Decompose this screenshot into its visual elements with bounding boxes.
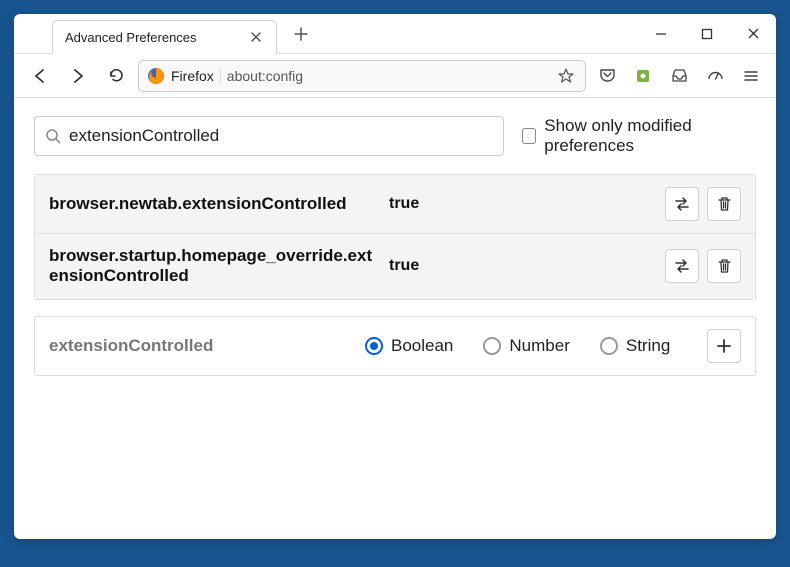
preference-value: true — [389, 257, 655, 275]
search-icon — [45, 128, 61, 144]
browser-tab[interactable]: Advanced Preferences — [52, 20, 277, 54]
add-preference-name: extensionControlled — [49, 336, 349, 356]
close-tab-icon[interactable] — [248, 29, 264, 45]
forward-button[interactable] — [62, 60, 94, 92]
search-box[interactable] — [34, 116, 504, 156]
row-actions — [665, 249, 741, 283]
preference-name: browser.startup.homepage_override.extens… — [49, 246, 379, 287]
preference-row: browser.newtab.extensionControlled true — [35, 175, 755, 233]
url-identity-label: Firefox — [171, 68, 221, 84]
pocket-icon[interactable] — [592, 61, 622, 91]
inbox-icon[interactable] — [664, 61, 694, 91]
url-text: Firefox about:config — [171, 68, 549, 84]
nav-toolbar: Firefox about:config — [14, 54, 776, 98]
radio-label: Number — [509, 336, 569, 356]
titlebar: Advanced Preferences — [14, 14, 776, 54]
row-actions — [665, 187, 741, 221]
back-button[interactable] — [24, 60, 56, 92]
minimize-button[interactable] — [638, 15, 684, 53]
preference-name: browser.newtab.extensionControlled — [49, 194, 379, 214]
bookmark-star-icon[interactable] — [555, 68, 577, 84]
radio-boolean[interactable]: Boolean — [365, 336, 453, 356]
reload-button[interactable] — [100, 60, 132, 92]
extension-icon[interactable] — [628, 61, 658, 91]
checkbox-icon[interactable] — [522, 128, 536, 144]
radio-label: String — [626, 336, 670, 356]
preference-row: browser.startup.homepage_override.extens… — [35, 233, 755, 299]
app-window: Advanced Preferences Firefox about:confi… — [14, 14, 776, 539]
radio-icon — [365, 337, 383, 355]
show-modified-checkbox[interactable]: Show only modified preferences — [522, 116, 756, 156]
toggle-button[interactable] — [665, 249, 699, 283]
toggle-button[interactable] — [665, 187, 699, 221]
radio-icon — [600, 337, 618, 355]
preference-value: true — [389, 195, 655, 213]
show-modified-label: Show only modified preferences — [544, 116, 756, 156]
radio-string[interactable]: String — [600, 336, 670, 356]
window-controls — [638, 15, 776, 53]
radio-icon — [483, 337, 501, 355]
radio-number[interactable]: Number — [483, 336, 569, 356]
search-row: Show only modified preferences — [34, 116, 756, 156]
url-bar[interactable]: Firefox about:config — [138, 60, 586, 92]
tab-title: Advanced Preferences — [65, 30, 240, 45]
dashboard-icon[interactable] — [700, 61, 730, 91]
close-window-button[interactable] — [730, 15, 776, 53]
new-tab-button[interactable] — [287, 20, 315, 48]
type-radio-group: Boolean Number String — [365, 336, 691, 356]
firefox-icon — [147, 67, 165, 85]
delete-button[interactable] — [707, 249, 741, 283]
add-preference-row: extensionControlled Boolean Number Strin… — [34, 316, 756, 376]
preferences-table: browser.newtab.extensionControlled true … — [34, 174, 756, 300]
content-area: Show only modified preferences browser.n… — [14, 98, 776, 539]
add-button[interactable] — [707, 329, 741, 363]
search-input[interactable] — [69, 126, 493, 146]
radio-label: Boolean — [391, 336, 453, 356]
delete-button[interactable] — [707, 187, 741, 221]
menu-icon[interactable] — [736, 61, 766, 91]
url-page: about:config — [227, 68, 303, 84]
maximize-button[interactable] — [684, 15, 730, 53]
